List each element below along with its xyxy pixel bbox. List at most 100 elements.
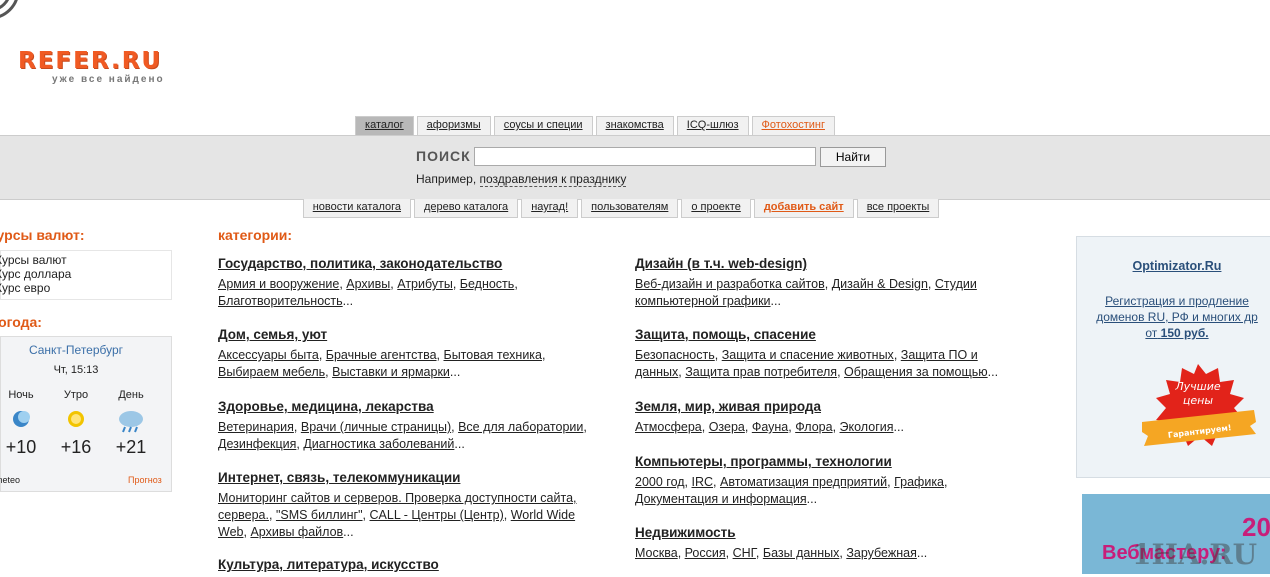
tab-3[interactable]: знакомства: [595, 116, 674, 135]
weather-title: Погода:: [0, 314, 42, 330]
category-link[interactable]: Защита и спасение животных: [722, 348, 894, 362]
category-link[interactable]: Атрибуты: [397, 277, 453, 291]
separator: ,: [503, 508, 511, 522]
category-block: Государство, политика, законодательство А…: [218, 255, 598, 310]
category-title[interactable]: Интернет, связь, телекоммуникации: [218, 469, 598, 486]
category-link[interactable]: "SMS биллинг": [276, 508, 363, 522]
tab-5[interactable]: Фотохостинг: [751, 116, 835, 135]
tab-1[interactable]: афоризмы: [416, 116, 491, 135]
separator: ,: [824, 277, 832, 291]
category-title[interactable]: Земля, мир, живая природа: [635, 398, 1015, 415]
category-block: Недвижимость Москва, Россия, СНГ, Базы да…: [635, 524, 1015, 562]
tab-4[interactable]: ICQ-шлюз: [676, 116, 749, 135]
category-link[interactable]: Россия: [685, 546, 726, 560]
separator: ,: [318, 348, 326, 362]
ad-description[interactable]: Регистрация и продление доменов RU, РФ и…: [1077, 293, 1270, 341]
category-link[interactable]: Защита прав потребителя: [685, 365, 837, 379]
category-link[interactable]: Дизайн & Design: [832, 277, 928, 291]
category-link[interactable]: 2000 год: [635, 475, 685, 489]
category-link[interactable]: Архивы: [346, 277, 390, 291]
separator: ,: [744, 420, 752, 434]
category-title[interactable]: Дом, семья, уют: [218, 326, 598, 343]
category-link[interactable]: Дезинфекция: [218, 437, 296, 451]
category-link[interactable]: Бытовая техника: [443, 348, 542, 362]
category-link[interactable]: Благотворительность: [218, 294, 343, 308]
category-title[interactable]: Дизайн (в т.ч. web-design): [635, 255, 1015, 272]
tab-0[interactable]: каталог: [355, 116, 414, 135]
separator: ...: [449, 365, 461, 379]
category-link[interactable]: Фауна: [752, 420, 788, 434]
weather-period-label: День: [118, 389, 144, 401]
forecast-link[interactable]: Прогноз: [128, 475, 162, 485]
category-link[interactable]: Веб-дизайн и разработка сайтов: [635, 277, 825, 291]
subnav-item-2[interactable]: наугад!: [521, 199, 579, 218]
separator: ,: [755, 546, 763, 560]
category-link[interactable]: Атмосфера: [635, 420, 702, 434]
category-block: Защита, помощь, спасение Безопасность, За…: [635, 326, 1015, 381]
separator: ,: [927, 277, 935, 291]
search-input[interactable]: [474, 147, 816, 166]
currency-item[interactable]: Курсы валют: [0, 253, 171, 267]
category-link[interactable]: Ветеринария: [218, 420, 294, 434]
category-link[interactable]: СНГ: [733, 546, 756, 560]
category-title[interactable]: Недвижимость: [635, 524, 1015, 541]
category-link[interactable]: Автоматизация предприятий: [720, 475, 887, 489]
category-link[interactable]: Москва: [635, 546, 678, 560]
logo[interactable]: REFER.RU: [18, 48, 162, 74]
currency-item[interactable]: Курс евро: [0, 281, 171, 295]
ad-title[interactable]: Optimizator.Ru: [1077, 259, 1270, 273]
search-button[interactable]: Найти: [820, 147, 886, 167]
category-title[interactable]: Компьютеры, программы, технологии: [635, 453, 1015, 470]
currency-item[interactable]: Курс доллара: [0, 267, 171, 281]
subnav-item-4[interactable]: о проекте: [681, 199, 751, 218]
category-link[interactable]: Обращения за помощью: [844, 365, 988, 379]
category-link[interactable]: CALL - Центры (Центр): [370, 508, 504, 522]
category-link[interactable]: Брачные агентства: [326, 348, 437, 362]
category-link[interactable]: Экология: [840, 420, 894, 434]
category-link[interactable]: Все для лаборатории: [458, 420, 583, 434]
category-link[interactable]: Выставки и ярмарки: [332, 365, 450, 379]
category-link[interactable]: Документация и информация: [635, 492, 807, 506]
example-link[interactable]: поздравления к празднику: [479, 172, 627, 187]
separator: ,: [514, 277, 518, 291]
banner-watermark: 1HA.RU: [1132, 538, 1258, 571]
category-links: Безопасность, Защита и спасение животных…: [635, 347, 1015, 381]
ad-line: Регистрация и продление: [1105, 294, 1249, 308]
separator: ,: [677, 546, 685, 560]
category-title[interactable]: Здоровье, медицина, лекарства: [218, 398, 598, 415]
subnav-item-6[interactable]: все проекты: [856, 199, 940, 218]
category-link[interactable]: Армия и вооружение: [218, 277, 339, 291]
separator: ...: [770, 294, 781, 308]
category-title[interactable]: Защита, помощь, спасение: [635, 326, 1015, 343]
category-link[interactable]: Зарубежная: [846, 546, 917, 560]
subnav-item-5[interactable]: добавить сайт: [753, 199, 854, 218]
category-title[interactable]: Культура, литература, искусство: [218, 556, 598, 573]
category-link[interactable]: Бедность: [460, 277, 515, 291]
category-link[interactable]: Выбираем мебель: [218, 365, 325, 379]
separator: ...: [987, 365, 999, 379]
category-link[interactable]: Базы данных: [763, 546, 840, 560]
subnav-item-3[interactable]: пользователям: [581, 199, 679, 218]
subnav-item-0[interactable]: новости каталога: [302, 199, 411, 218]
category-link[interactable]: Флора: [795, 420, 832, 434]
ad-line: доменов RU, РФ и многих др: [1096, 310, 1258, 324]
category-link[interactable]: Безопасность: [635, 348, 715, 362]
category-block: Дизайн (в т.ч. web-design) Веб-дизайн и р…: [635, 255, 1015, 310]
best-price-badge-icon: Лучшие цены Гарантируем!: [1142, 364, 1256, 446]
category-link[interactable]: IRC: [692, 475, 714, 489]
weather-time: Чт, 15:13: [53, 364, 99, 376]
subnav-item-1[interactable]: дерево каталога: [414, 199, 519, 218]
category-title[interactable]: Государство, политика, законодательство: [218, 255, 598, 272]
category-link[interactable]: Диагностика заболеваний: [303, 437, 454, 451]
weather-city[interactable]: Санкт-Петербург: [1, 343, 151, 357]
category-link[interactable]: Аксессуары быта: [218, 348, 319, 362]
category-links: Веб-дизайн и разработка сайтов, Дизайн &…: [635, 276, 1015, 310]
category-link[interactable]: Архивы файлов: [250, 525, 343, 539]
category-link[interactable]: Врачи (личные страницы): [301, 420, 451, 434]
category-link[interactable]: Озера: [709, 420, 745, 434]
tab-2[interactable]: соусы и специи: [493, 116, 593, 135]
category-links: Москва, Россия, СНГ, Базы данных, Зарубе…: [635, 545, 1015, 562]
webmaster-banner[interactable]: 20 Вебмастеру: 1HA.RU: [1082, 494, 1270, 574]
category-link[interactable]: Графика: [894, 475, 944, 489]
weather-widget[interactable]: Санкт-Петербург Чт, 15:13 Ночь Утро День…: [0, 336, 172, 492]
